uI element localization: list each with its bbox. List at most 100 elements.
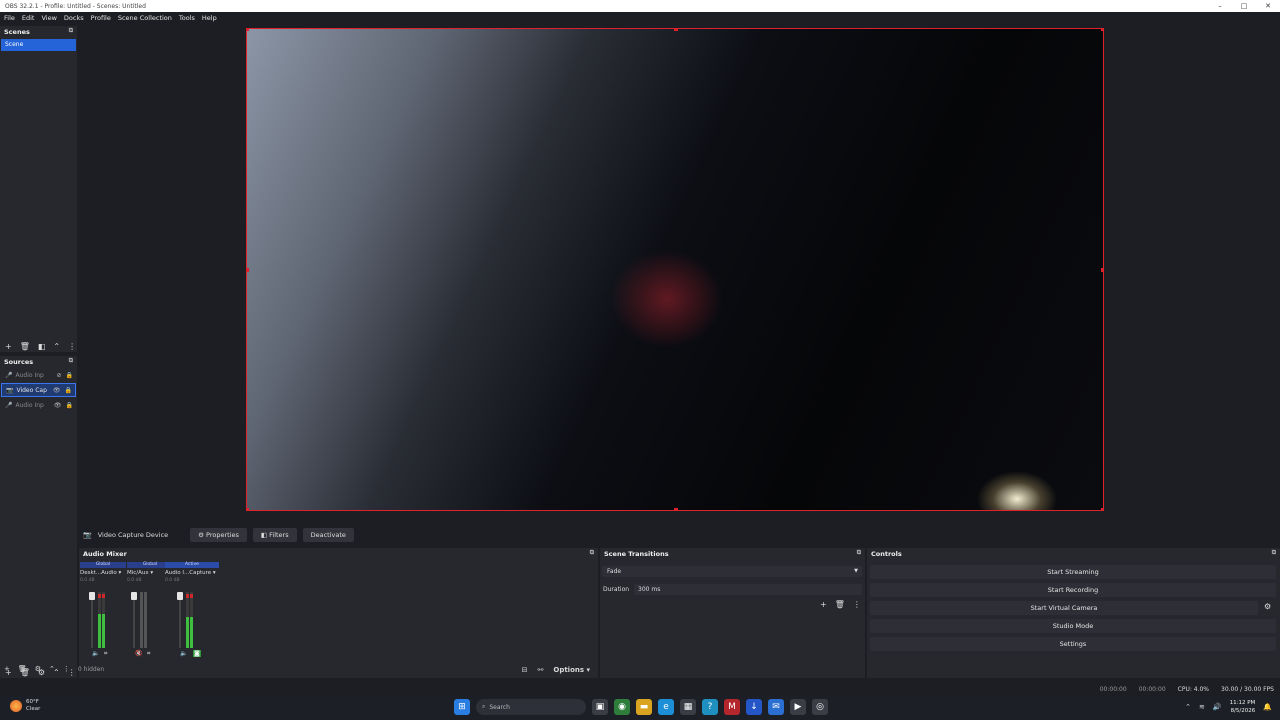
- muted-icon[interactable]: 🔇: [135, 650, 142, 657]
- resize-handle[interactable]: [1101, 29, 1103, 31]
- gear-icon[interactable]: ⚙: [35, 665, 41, 673]
- obs-icon[interactable]: ◎: [812, 699, 828, 715]
- level-meter: [190, 592, 193, 648]
- trash-icon[interactable]: 🗑: [18, 665, 27, 673]
- start-streaming-button[interactable]: Start Streaming: [870, 565, 1276, 579]
- menu-profile[interactable]: Profile: [91, 14, 111, 22]
- more-icon[interactable]: ⋮: [68, 342, 76, 351]
- resize-handle[interactable]: [247, 268, 249, 272]
- headphones-icon[interactable]: ⌗: [104, 650, 107, 658]
- volume-slider[interactable]: [89, 592, 95, 648]
- duration-field[interactable]: 300 ms: [634, 584, 862, 595]
- lock-icon[interactable]: 🔒: [65, 387, 72, 394]
- volume-knob[interactable]: [89, 592, 95, 600]
- volume-icon[interactable]: 🔊: [1213, 703, 1222, 711]
- notification-icon[interactable]: 🔔: [1263, 703, 1272, 711]
- sources-dock: Sources ⧉ 🎤 Audio Inp ⊘ 🔒 📷 Video Cap 👁 🔒 …: [0, 356, 77, 678]
- options-button[interactable]: Options ▾: [553, 666, 590, 674]
- start-virtual-camera-button[interactable]: Start Virtual Camera: [870, 601, 1258, 615]
- help-icon[interactable]: ?: [702, 699, 718, 715]
- search-input[interactable]: ⌕ Search: [476, 699, 586, 715]
- properties-button[interactable]: ⚙ Properties: [190, 527, 247, 542]
- wifi-icon[interactable]: ≋: [1199, 703, 1205, 711]
- channel-name[interactable]: Audio I...Capture ▾: [165, 570, 219, 576]
- settings-button[interactable]: Settings: [870, 637, 1276, 651]
- monitor-icon[interactable]: ◙: [193, 650, 201, 657]
- title-bar: OBS 32.2.1 - Profile: Untitled - Scenes:…: [0, 0, 1280, 12]
- menu-help[interactable]: Help: [202, 14, 217, 22]
- chevron-up-icon[interactable]: ⌃: [53, 342, 60, 351]
- eye-icon[interactable]: 👁: [53, 387, 61, 394]
- app-red-icon[interactable]: M: [724, 699, 740, 715]
- chevron-up-icon[interactable]: ⌃: [1185, 703, 1191, 711]
- headphones-icon[interactable]: ⌗: [147, 650, 150, 658]
- transition-select[interactable]: Fade ▼: [602, 566, 862, 577]
- download-icon[interactable]: ↓: [746, 699, 762, 715]
- menu-scene-collection[interactable]: Scene Collection: [118, 14, 172, 22]
- layout-icon[interactable]: ⊟: [522, 666, 528, 674]
- windows-start-icon[interactable]: ⊞: [454, 699, 470, 715]
- undock-icon[interactable]: ⧉: [590, 549, 594, 557]
- resize-handle[interactable]: [247, 29, 249, 31]
- maximize-icon[interactable]: □: [1232, 0, 1256, 12]
- undock-icon[interactable]: ⧉: [69, 27, 73, 35]
- channel-name[interactable]: Deskt...Audio ▾: [80, 570, 126, 576]
- link-icon[interactable]: ⚯: [538, 666, 544, 674]
- media-icon[interactable]: ▶: [790, 699, 806, 715]
- source-item-video-capture[interactable]: 📷 Video Cap 👁 🔒: [1, 383, 76, 397]
- edge-icon[interactable]: e: [658, 699, 674, 715]
- resize-handle[interactable]: [247, 508, 249, 510]
- resize-handle[interactable]: [1101, 268, 1103, 272]
- menu-edit[interactable]: Edit: [22, 14, 35, 22]
- lock-icon[interactable]: 🔒: [66, 402, 73, 409]
- chevron-up-icon[interactable]: ⌃: [49, 665, 55, 673]
- lock-icon[interactable]: 🔒: [66, 372, 73, 379]
- filters-button[interactable]: ◧ Filters: [252, 527, 297, 542]
- folder-icon[interactable]: ▬: [636, 699, 652, 715]
- chevron-down-icon: ▼: [854, 568, 858, 574]
- trash-icon[interactable]: 🗑: [20, 342, 30, 351]
- mute-icon[interactable]: 🔈: [180, 650, 187, 657]
- level-meter: [186, 592, 189, 648]
- source-item-audio-input[interactable]: 🎤 Audio Inp 👁 🔒: [1, 398, 76, 412]
- minimize-icon[interactable]: –: [1208, 0, 1232, 12]
- chrome-icon[interactable]: ◉: [614, 699, 630, 715]
- deactivate-button[interactable]: Deactivate: [302, 527, 354, 542]
- volume-knob[interactable]: [131, 592, 137, 600]
- task-view-icon[interactable]: ▣: [592, 699, 608, 715]
- volume-slider[interactable]: [131, 592, 137, 648]
- undock-icon[interactable]: ⧉: [857, 549, 861, 557]
- scene-item[interactable]: Scene: [1, 39, 76, 51]
- add-icon[interactable]: +: [4, 665, 10, 673]
- resize-handle[interactable]: [1101, 508, 1103, 510]
- menu-docks[interactable]: Docks: [64, 14, 84, 22]
- start-recording-button[interactable]: Start Recording: [870, 583, 1276, 597]
- undock-icon[interactable]: ⧉: [69, 357, 73, 365]
- more-icon[interactable]: ⋮: [853, 600, 861, 609]
- menu-tools[interactable]: Tools: [179, 14, 195, 22]
- volume-slider[interactable]: [177, 592, 183, 648]
- filter-icon[interactable]: ◧: [38, 342, 46, 351]
- preview-canvas[interactable]: [246, 28, 1104, 511]
- trash-icon[interactable]: 🗑: [835, 600, 845, 609]
- more-icon[interactable]: ⋮: [63, 665, 70, 673]
- store-icon[interactable]: ▦: [680, 699, 696, 715]
- eye-icon[interactable]: 👁: [54, 402, 62, 409]
- clock[interactable]: 11:12 PM 8/5/2026: [1230, 699, 1256, 715]
- studio-mode-button[interactable]: Studio Mode: [870, 619, 1276, 633]
- close-icon[interactable]: ✕: [1256, 0, 1280, 12]
- mute-icon[interactable]: 🔈: [92, 650, 99, 657]
- gear-icon[interactable]: ⚙: [1264, 602, 1271, 611]
- menu-view[interactable]: View: [41, 14, 56, 22]
- resize-handle[interactable]: [674, 29, 678, 31]
- source-item-audio-input[interactable]: 🎤 Audio Inp ⊘ 🔒: [1, 368, 76, 382]
- add-icon[interactable]: +: [5, 342, 12, 351]
- mail-icon[interactable]: ✉: [768, 699, 784, 715]
- volume-knob[interactable]: [177, 592, 183, 600]
- add-icon[interactable]: +: [820, 600, 827, 609]
- weather-widget[interactable]: 60°F Clear: [10, 699, 40, 713]
- undock-icon[interactable]: ⧉: [1272, 549, 1276, 557]
- resize-handle[interactable]: [674, 508, 678, 510]
- menu-file[interactable]: File: [4, 14, 15, 22]
- eye-off-icon[interactable]: ⊘: [56, 372, 61, 379]
